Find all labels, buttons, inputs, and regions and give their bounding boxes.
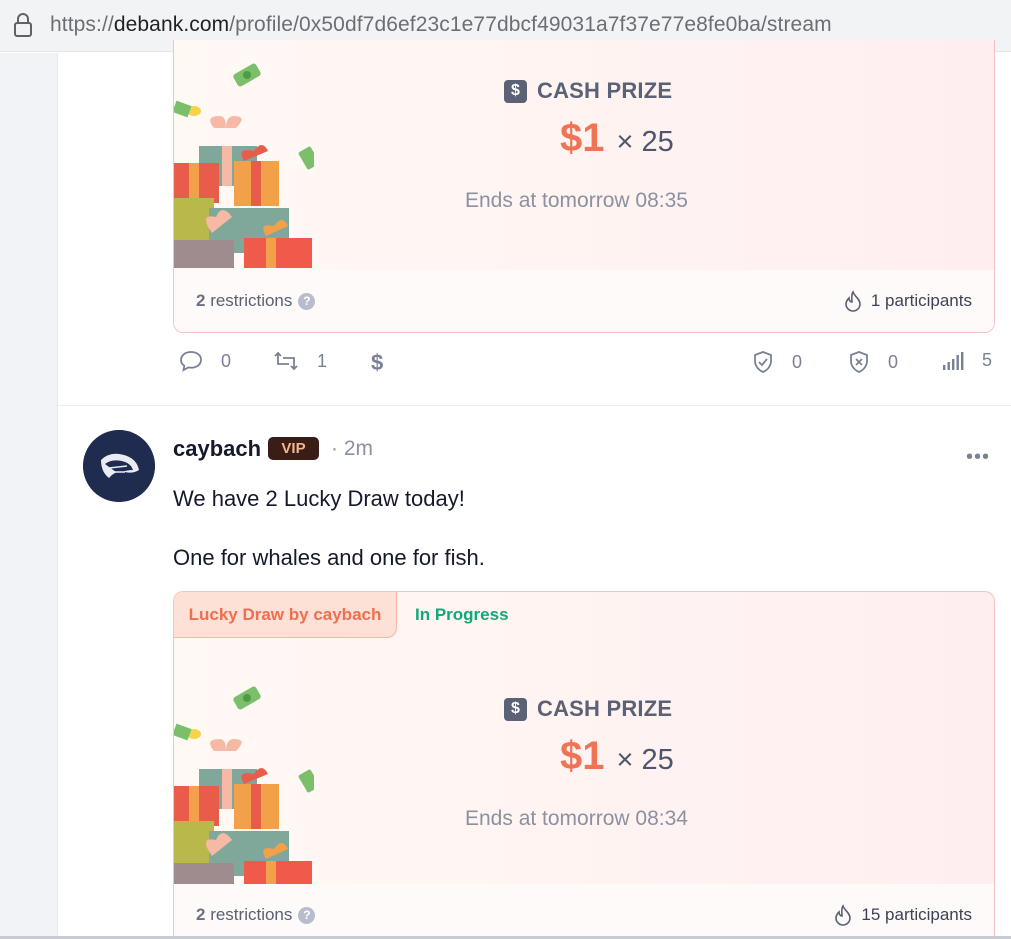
gift-illustration-icon bbox=[174, 686, 314, 891]
dollar-box-icon: $ bbox=[504, 79, 527, 103]
signal-bars-icon bbox=[943, 351, 964, 370]
post-text-line2: One for whales and one for fish. bbox=[173, 545, 485, 570]
restrictions-link[interactable]: 2 restrictions? bbox=[196, 905, 316, 925]
winner-count: × 25 bbox=[616, 126, 674, 158]
ends-at-text: Ends at tomorrow 08:34 bbox=[465, 807, 688, 830]
draw-owner-tab[interactable]: Lucky Draw by caybach bbox=[174, 592, 397, 638]
shield-x-icon bbox=[850, 351, 868, 373]
restrictions-link[interactable]: 2 restrictions? bbox=[196, 291, 316, 311]
views-stat[interactable]: 5 bbox=[942, 350, 992, 371]
lucky-draw-card[interactable]: Lucky Draw by caybach In Progress $ CASH… bbox=[173, 591, 995, 937]
url-text[interactable]: https://debank.com/profile/0x50df7d6ef23… bbox=[50, 13, 832, 37]
comment-icon bbox=[180, 351, 202, 372]
lucky-draw-card[interactable]: $ CASH PRIZE $1 × 25 Ends at tomorrow 08… bbox=[173, 40, 995, 333]
post-text-line1: We have 2 Lucky Draw today! bbox=[173, 486, 465, 511]
repost-icon bbox=[274, 351, 298, 371]
prize-label: CASH PRIZE bbox=[537, 78, 673, 103]
lock-icon bbox=[14, 13, 32, 37]
trust-button[interactable]: 0 bbox=[752, 350, 802, 374]
repost-button[interactable]: 1 bbox=[273, 350, 327, 372]
prize-label: CASH PRIZE bbox=[537, 696, 673, 721]
card-footer: 2 restrictions? 1 participants bbox=[174, 270, 994, 332]
participants[interactable]: 1 participants bbox=[843, 290, 972, 312]
vip-badge: VIP bbox=[268, 437, 319, 460]
spam-count: 0 bbox=[888, 351, 899, 372]
more-options-icon[interactable]: ••• bbox=[966, 446, 990, 469]
post-time[interactable]: · 2m bbox=[331, 437, 373, 461]
draw-header: Lucky Draw by caybach In Progress bbox=[174, 592, 994, 638]
participants[interactable]: 15 participants bbox=[833, 904, 972, 926]
flame-icon bbox=[835, 904, 852, 926]
comment-count: 0 bbox=[221, 350, 232, 371]
prize-title: $ CASH PRIZE bbox=[504, 696, 672, 722]
avatar-logo-icon bbox=[83, 430, 155, 502]
prize-amount: $1 × 25 bbox=[560, 734, 674, 779]
post-actions: 0 1 $ 0 0 5 bbox=[173, 350, 1003, 390]
trust-count: 0 bbox=[792, 351, 803, 372]
spam-button[interactable]: 0 bbox=[848, 350, 898, 374]
repost-count: 1 bbox=[317, 350, 328, 371]
prize-amount: $1 × 25 bbox=[560, 116, 674, 161]
dollar-icon: $ bbox=[371, 350, 384, 375]
amount-value: $1 bbox=[560, 116, 605, 160]
tip-button[interactable]: $ bbox=[371, 350, 383, 376]
dollar-box-icon: $ bbox=[504, 697, 527, 721]
shield-check-icon bbox=[754, 351, 772, 373]
ends-at-text: Ends at tomorrow 08:35 bbox=[465, 189, 688, 212]
avatar[interactable] bbox=[83, 430, 155, 502]
left-gutter bbox=[0, 53, 58, 939]
views-count: 5 bbox=[982, 350, 993, 370]
gift-illustration-icon bbox=[174, 63, 314, 268]
card-footer: 2 restrictions? 15 participants bbox=[174, 884, 994, 937]
username[interactable]: caybach bbox=[173, 436, 261, 462]
status-badge: In Progress bbox=[415, 605, 509, 624]
prize-title: $ CASH PRIZE bbox=[504, 78, 672, 104]
help-icon[interactable]: ? bbox=[298, 293, 316, 310]
help-icon[interactable]: ? bbox=[298, 907, 316, 924]
post-divider bbox=[58, 405, 1011, 406]
winner-count: × 25 bbox=[616, 744, 674, 776]
amount-value: $1 bbox=[560, 734, 605, 778]
flame-icon bbox=[845, 290, 861, 312]
comment-button[interactable]: 0 bbox=[179, 350, 231, 372]
